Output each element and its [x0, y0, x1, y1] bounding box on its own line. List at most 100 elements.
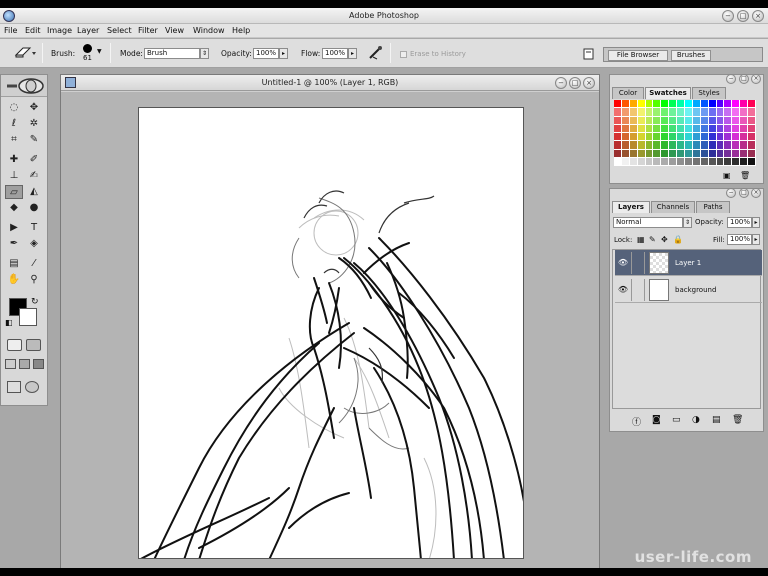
swatch-cell[interactable]: [700, 108, 708, 116]
layer-style-icon[interactable]: ⓕ: [632, 415, 641, 428]
drawing-canvas[interactable]: [138, 107, 524, 559]
maximize-button[interactable]: □: [737, 10, 749, 22]
layer-opacity-input[interactable]: 100%: [727, 217, 752, 228]
adjustment-layer-icon[interactable]: ◑: [692, 415, 700, 425]
swatch-cell[interactable]: [700, 141, 708, 149]
slice-tool-icon[interactable]: ✎: [25, 133, 43, 147]
swatch-cell[interactable]: [629, 124, 637, 132]
marquee-tool-icon[interactable]: ◌: [5, 101, 23, 115]
swatch-cell[interactable]: [700, 124, 708, 132]
dodge-tool-icon[interactable]: ●: [25, 201, 43, 215]
move-tool-icon[interactable]: ✥: [25, 101, 43, 115]
swatch-cell[interactable]: [621, 149, 629, 157]
flow-slider-arrow-icon[interactable]: ▸: [348, 48, 357, 59]
new-layer-icon[interactable]: ▤: [712, 415, 721, 425]
swatch-cell[interactable]: [716, 108, 724, 116]
swatch-cell[interactable]: [685, 108, 692, 116]
swatch-cell[interactable]: [740, 100, 748, 108]
swatch-cell[interactable]: [708, 141, 716, 149]
shape-tool-icon[interactable]: ◈: [25, 237, 43, 251]
swatch-cell[interactable]: [692, 100, 700, 108]
background-color-swatch[interactable]: [19, 308, 37, 326]
fill-input[interactable]: 100%: [727, 234, 752, 245]
tab-file-browser[interactable]: File Browser: [608, 50, 668, 61]
swatch-cell[interactable]: [621, 116, 629, 124]
eraser-tool-icon[interactable]: ▱: [5, 185, 23, 199]
type-tool-icon[interactable]: T: [25, 221, 43, 235]
swatch-cell[interactable]: [700, 149, 708, 157]
layer-link-column[interactable]: [631, 279, 645, 301]
new-layer-set-icon[interactable]: ▭: [672, 415, 681, 425]
swatch-cell[interactable]: [677, 141, 684, 149]
swatch-cell[interactable]: [724, 157, 732, 165]
swatch-cell[interactable]: [614, 141, 621, 149]
layers-close-button[interactable]: ×: [751, 188, 761, 198]
swatch-cell[interactable]: [661, 124, 669, 132]
adobe-online-icon[interactable]: [5, 78, 45, 94]
layer-mask-icon[interactable]: ◙: [652, 415, 661, 425]
swatch-cell[interactable]: [700, 133, 708, 141]
eyedropper-tool-icon[interactable]: ⁄: [25, 257, 43, 271]
fill-arrow-icon[interactable]: ▸: [752, 234, 760, 245]
swatch-cell[interactable]: [669, 141, 677, 149]
pen-tool-icon[interactable]: ✒: [5, 237, 23, 251]
swatch-cell[interactable]: [685, 116, 692, 124]
swatch-cell[interactable]: [724, 141, 732, 149]
swatch-cell[interactable]: [661, 157, 669, 165]
swatch-cell[interactable]: [692, 124, 700, 132]
swatches-minimize-button[interactable]: −: [726, 74, 736, 84]
layers-maximize-button[interactable]: □: [739, 188, 749, 198]
swatch-cell[interactable]: [669, 116, 677, 124]
swatch-cell[interactable]: [653, 116, 661, 124]
zoom-tool-icon[interactable]: ⚲: [25, 273, 43, 287]
swap-colors-icon[interactable]: ↻: [31, 297, 39, 307]
swatch-cell[interactable]: [661, 141, 669, 149]
swatch-cell[interactable]: [621, 108, 629, 116]
swatch-cell[interactable]: [724, 108, 732, 116]
notes-tool-icon[interactable]: ▤: [5, 257, 23, 271]
swatch-cell[interactable]: [708, 149, 716, 157]
history-brush-tool-icon[interactable]: ✍: [25, 169, 43, 183]
swatch-cell[interactable]: [653, 141, 661, 149]
swatch-cell[interactable]: [740, 157, 748, 165]
swatch-cell[interactable]: [708, 124, 716, 132]
swatch-cell[interactable]: [621, 133, 629, 141]
swatch-cell[interactable]: [669, 157, 677, 165]
swatch-cell[interactable]: [621, 141, 629, 149]
mode-select[interactable]: Brush: [144, 48, 200, 59]
layers-minimize-button[interactable]: −: [726, 188, 736, 198]
swatch-cell[interactable]: [645, 116, 653, 124]
layer-opacity-arrow-icon[interactable]: ▸: [752, 217, 760, 228]
swatch-cell[interactable]: [748, 108, 755, 116]
airbrush-icon[interactable]: [367, 45, 385, 61]
swatch-cell[interactable]: [637, 157, 645, 165]
swatch-cell[interactable]: [653, 157, 661, 165]
swatch-cell[interactable]: [645, 124, 653, 132]
brush-preview-icon[interactable]: [83, 44, 92, 53]
swatch-cell[interactable]: [732, 157, 740, 165]
swatch-grid[interactable]: [614, 100, 756, 166]
lock-pixels-icon[interactable]: ✎: [649, 235, 656, 244]
blend-mode-select[interactable]: Normal: [613, 217, 683, 228]
layer-row-layer-1[interactable]: 👁 Layer 1: [615, 250, 762, 276]
swatch-cell[interactable]: [653, 133, 661, 141]
erase-to-history-checkbox[interactable]: [400, 51, 407, 58]
tab-styles[interactable]: Styles: [692, 87, 726, 99]
swatch-cell[interactable]: [708, 157, 716, 165]
swatch-cell[interactable]: [614, 157, 621, 165]
swatch-cell[interactable]: [677, 116, 684, 124]
swatch-cell[interactable]: [645, 157, 653, 165]
swatch-cell[interactable]: [685, 157, 692, 165]
tab-brushes[interactable]: Brushes: [671, 50, 711, 61]
swatch-cell[interactable]: [621, 124, 629, 132]
layer-visibility-eye-icon[interactable]: 👁: [617, 285, 629, 295]
swatch-cell[interactable]: [740, 149, 748, 157]
menu-view[interactable]: View: [165, 26, 184, 35]
swatch-cell[interactable]: [732, 108, 740, 116]
swatch-cell[interactable]: [748, 100, 755, 108]
swatch-cell[interactable]: [692, 141, 700, 149]
swatch-cell[interactable]: [692, 157, 700, 165]
swatch-cell[interactable]: [708, 116, 716, 124]
menu-window[interactable]: Window: [193, 26, 225, 35]
swatch-cell[interactable]: [637, 100, 645, 108]
